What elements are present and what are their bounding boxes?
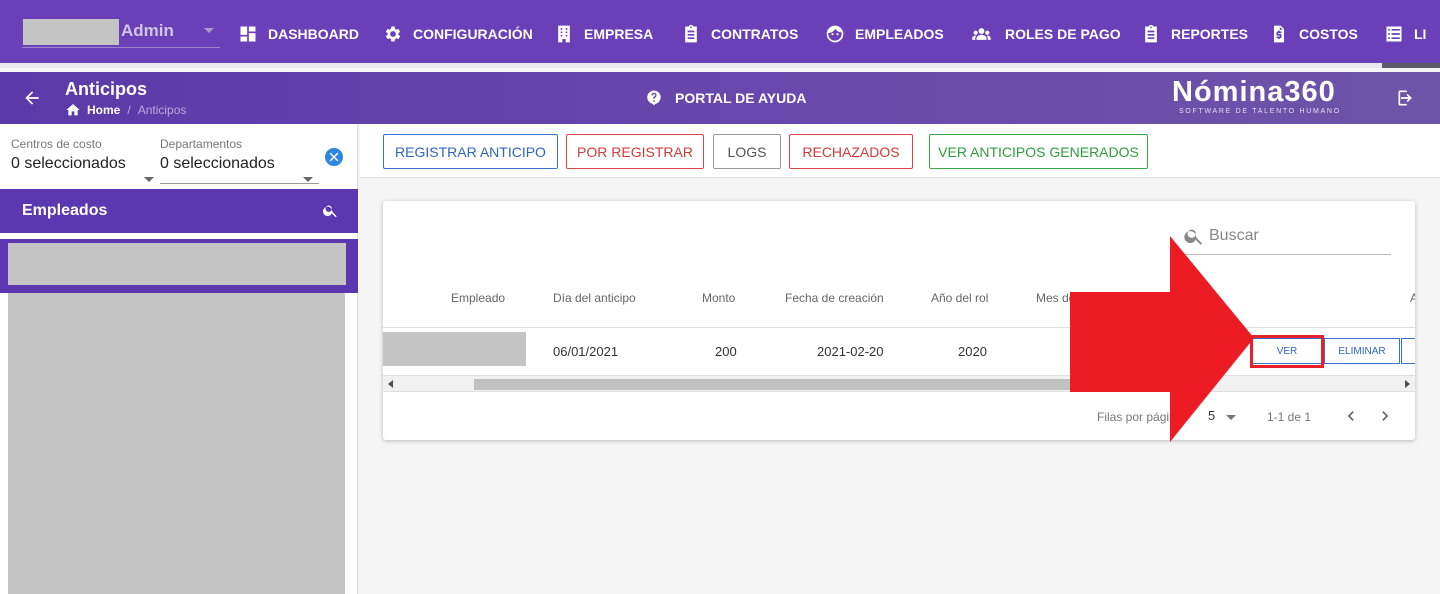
logo-tagline: SOFTWARE DE TALENTO HUMANO xyxy=(1179,108,1341,115)
help-portal-link[interactable]: PORTAL DE AYUDA xyxy=(645,89,806,107)
gear-icon xyxy=(385,26,401,42)
department-underline xyxy=(160,183,319,184)
breadcrumb-separator: / xyxy=(127,103,131,117)
nav-reportes-label: REPORTES xyxy=(1171,26,1249,42)
nav-costos[interactable]: COSTOS xyxy=(1269,22,1358,46)
clipboard-icon xyxy=(685,24,697,43)
invoice-icon xyxy=(1274,25,1284,43)
nav-li-label: LI xyxy=(1414,26,1427,42)
back-button[interactable] xyxy=(22,88,42,108)
column-header-role-year[interactable]: Año del rol xyxy=(931,291,988,305)
clipboard-icon xyxy=(1145,24,1157,43)
employees-header: Empleados xyxy=(0,189,358,233)
nav-scrollbar-thumb[interactable] xyxy=(0,63,1383,68)
page-header: Anticipos Home / Anticipos PORTAL DE AYU… xyxy=(0,72,1440,124)
nav-contratos[interactable]: CONTRATOS xyxy=(681,22,798,46)
scroll-left-arrow-icon[interactable] xyxy=(388,380,393,388)
column-header-employee[interactable]: Empleado xyxy=(451,291,505,305)
nomina360-logo: Nómina360 SOFTWARE DE TALENTO HUMANO xyxy=(1172,76,1356,120)
chevron-down-icon xyxy=(303,177,313,182)
user-avatar-redacted xyxy=(23,19,119,45)
logout-button[interactable] xyxy=(1396,88,1416,108)
column-header-truncated[interactable]: A xyxy=(1410,291,1415,305)
nav-li[interactable]: LI xyxy=(1384,22,1426,46)
employee-list-redacted[interactable] xyxy=(8,293,345,594)
scroll-right-arrow-icon[interactable] xyxy=(1405,380,1410,388)
cost-center-label: Centros de costo xyxy=(11,137,102,151)
cell-role-year: 2020 xyxy=(958,344,987,359)
face-icon xyxy=(826,25,844,43)
nav-dashboard[interactable]: DASHBOARD xyxy=(238,22,359,46)
register-advance-button[interactable]: REGISTRAR ANTICIPO xyxy=(383,134,558,169)
next-page-button[interactable] xyxy=(1375,406,1395,426)
column-header-creation-date[interactable]: Fecha de creación xyxy=(785,291,884,305)
logout-icon xyxy=(1398,90,1412,106)
pending-register-button[interactable]: POR REGISTRAR xyxy=(566,134,704,169)
logo-wordmark: Nómina360 xyxy=(1172,76,1336,108)
user-name: Admin xyxy=(121,21,174,40)
cell-creation-date: 2021-02-20 xyxy=(817,344,884,359)
nav-empresa-label: EMPRESA xyxy=(584,26,654,42)
row-extra-button-truncated[interactable] xyxy=(1401,338,1415,364)
employees-title: Empleados xyxy=(22,202,108,219)
list-icon xyxy=(1386,26,1402,42)
nav-contratos-label: CONTRATOS xyxy=(711,26,799,42)
nav-roles-de-pago-label: ROLES DE PAGO xyxy=(1005,26,1121,42)
logs-button[interactable]: LOGS xyxy=(713,134,781,169)
sidebar: Centros de costo 0 seleccionados Departa… xyxy=(0,124,358,594)
nav-empresa[interactable]: EMPRESA xyxy=(554,22,653,46)
rejected-button[interactable]: RECHAZADOS xyxy=(789,134,913,169)
department-filter[interactable]: Departamentos 0 seleccionados xyxy=(160,137,319,184)
nav-empleados[interactable]: EMPLEADOS xyxy=(825,22,944,46)
help-bubble-icon xyxy=(647,90,661,106)
building-icon xyxy=(558,25,570,43)
previous-page-button[interactable] xyxy=(1341,406,1361,426)
view-generated-advances-button[interactable]: VER ANTICIPOS GENERADOS xyxy=(929,134,1148,169)
nav-reportes[interactable]: REPORTES xyxy=(1141,22,1248,46)
chevron-left-icon xyxy=(1347,411,1354,421)
cost-center-value: 0 seleccionados xyxy=(11,155,126,172)
breadcrumb-current: Anticipos xyxy=(137,103,187,117)
nav-costos-label: COSTOS xyxy=(1299,26,1358,42)
clear-filters-button[interactable] xyxy=(325,148,343,166)
department-value: 0 seleccionados xyxy=(160,155,275,172)
cell-amount: 200 xyxy=(715,344,737,359)
nav-configuracion-label: CONFIGURACIÓN xyxy=(413,26,533,42)
annotation-arrow-icon xyxy=(1070,236,1254,442)
column-header-advance-day[interactable]: Día del anticipo xyxy=(553,291,636,305)
user-menu[interactable]: Admin xyxy=(22,18,220,48)
nav-dashboard-label: DASHBOARD xyxy=(268,26,359,42)
help-portal-label: PORTAL DE AYUDA xyxy=(675,90,807,106)
delete-button[interactable]: ELIMINAR xyxy=(1324,338,1400,364)
home-icon xyxy=(66,104,80,116)
employee-list-item-selected[interactable] xyxy=(0,239,358,293)
employee-cell-redacted xyxy=(383,332,526,366)
chevron-right-icon xyxy=(1382,411,1389,421)
breadcrumb: Home / Anticipos xyxy=(65,102,186,118)
nav-roles-de-pago[interactable]: ROLES DE PAGO xyxy=(968,22,1121,46)
employee-redacted xyxy=(8,243,346,285)
nav-empleados-label: EMPLEADOS xyxy=(855,26,944,42)
dashboard-icon xyxy=(240,26,256,42)
annotation-highlight-box xyxy=(1250,335,1324,368)
breadcrumb-home[interactable]: Home xyxy=(87,103,120,117)
column-header-amount[interactable]: Monto xyxy=(702,291,735,305)
top-navbar: Admin DASHBOARD CONFIGURACIÓN EMPRESA CO… xyxy=(0,0,1440,68)
chevron-down-icon xyxy=(144,177,154,182)
cell-advance-day: 06/01/2021 xyxy=(553,344,619,359)
employees-search-button[interactable] xyxy=(322,202,339,219)
nav-scrollbar[interactable] xyxy=(0,63,1440,68)
chevron-down-icon xyxy=(204,28,214,33)
people-icon xyxy=(972,28,991,40)
cost-center-filter[interactable]: Centros de costo 0 seleccionados xyxy=(11,137,155,182)
actions-toolbar: REGISTRAR ANTICIPO POR REGISTRAR LOGS RE… xyxy=(360,124,1440,178)
page-title: Anticipos xyxy=(65,79,148,99)
department-label: Departamentos xyxy=(160,137,243,151)
close-icon xyxy=(329,152,339,162)
search-icon xyxy=(323,205,337,218)
arrow-left-icon xyxy=(25,91,39,105)
nav-configuracion[interactable]: CONFIGURACIÓN xyxy=(383,22,533,46)
